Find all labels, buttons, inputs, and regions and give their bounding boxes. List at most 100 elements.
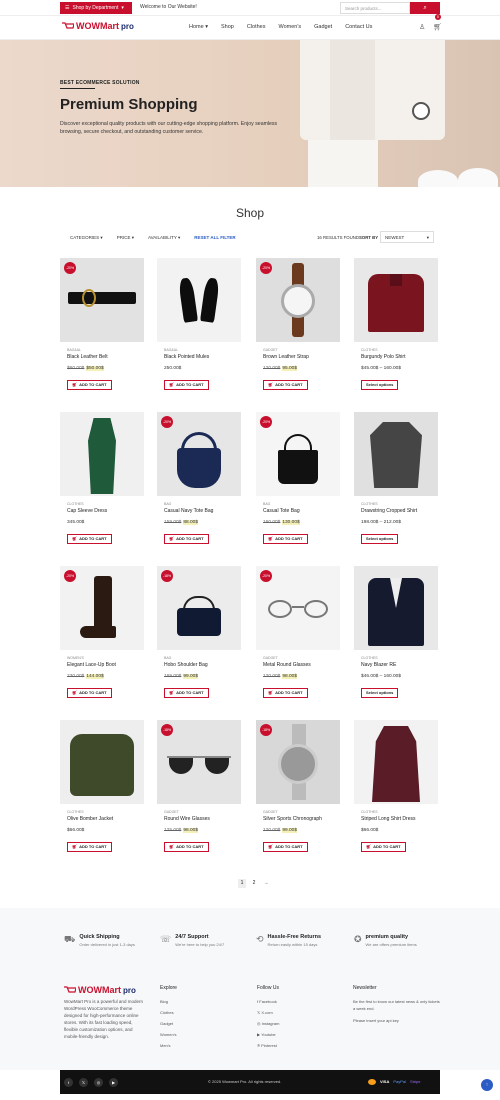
- footer-link-x[interactable]: 𝕏 X.com: [257, 1010, 279, 1015]
- product-category[interactable]: GADGET: [263, 810, 278, 814]
- footer-link-gadget[interactable]: Gadget: [160, 1021, 177, 1026]
- footer-link-mens[interactable]: Men's: [160, 1043, 177, 1048]
- add-to-cart-button[interactable]: 🛒︎ ADD TO CART: [67, 534, 112, 544]
- product-name[interactable]: Drawstring Cropped Shirt: [361, 508, 417, 514]
- select-options-button[interactable]: Select options: [361, 380, 399, 390]
- product-image[interactable]: [60, 412, 144, 496]
- product-category[interactable]: CLOTHES: [67, 502, 84, 506]
- product-image[interactable]: [354, 566, 438, 650]
- footer-link-facebook[interactable]: f Facebook: [257, 999, 279, 1004]
- sort-select[interactable]: NEWEST ▾: [380, 231, 434, 243]
- filter-price[interactable]: PRICE ▾: [117, 235, 134, 241]
- search-button[interactable]: ⌕: [410, 2, 440, 14]
- product-image[interactable]: [354, 412, 438, 496]
- footer-logo[interactable]: WOWMart pro: [64, 985, 136, 995]
- reset-filters-link[interactable]: RESET ALL FILTER: [194, 235, 235, 241]
- product-image[interactable]: [60, 720, 144, 804]
- product-category[interactable]: CLOTHES: [67, 810, 84, 814]
- instagram-icon[interactable]: ◎: [94, 1078, 103, 1087]
- product-name[interactable]: Olive Bomber Jacket: [67, 816, 113, 822]
- add-to-cart-button[interactable]: 🛒︎ ADD TO CART: [263, 842, 308, 852]
- product-card[interactable]: -20% GADGET Brown Leather Strap 120.00$ 95.0…: [256, 258, 340, 404]
- product-name[interactable]: Silver Sports Chronograph: [263, 816, 322, 822]
- footer-link-clothes[interactable]: Clothes: [160, 1010, 177, 1015]
- footer-link-blog[interactable]: Blog: [160, 999, 177, 1004]
- product-card[interactable]: -20% BAG Casual Navy Tote Bag 159.00$ 88.00$…: [157, 412, 241, 558]
- product-category[interactable]: CLOTHES: [361, 810, 378, 814]
- product-image[interactable]: [157, 258, 241, 342]
- nav-contact[interactable]: Contact Us: [345, 24, 372, 30]
- product-image[interactable]: [354, 258, 438, 342]
- nav-gadget[interactable]: Gadget: [314, 24, 332, 30]
- filter-categories[interactable]: CATEGORIES ▾: [70, 235, 103, 241]
- product-category[interactable]: BAG&AL: [67, 348, 81, 352]
- footer-link-instagram[interactable]: ◎ Instagram: [257, 1021, 279, 1026]
- product-name[interactable]: Striped Long Shirt Dress: [361, 816, 415, 822]
- nav-womens[interactable]: Women's: [278, 24, 301, 30]
- product-image[interactable]: [354, 720, 438, 804]
- product-category[interactable]: BAG: [164, 656, 171, 660]
- product-category[interactable]: GADGET: [263, 348, 278, 352]
- product-card[interactable]: -18% GADGET Round Wire Glasses 125.00$ 98.00…: [157, 720, 241, 866]
- product-card[interactable]: CLOTHES Cap Sleeve Dress 345.00$ 🛒︎ ADD TO C…: [60, 412, 144, 558]
- product-card[interactable]: CLOTHES Striped Long Shirt Dress $66.00$ 🛒︎…: [354, 720, 438, 866]
- add-to-cart-button[interactable]: 🛒︎ ADD TO CART: [164, 380, 209, 390]
- product-category[interactable]: WOMEN'S: [67, 656, 84, 660]
- product-name[interactable]: Black Leather Belt: [67, 354, 108, 360]
- product-category[interactable]: CLOTHES: [361, 348, 378, 352]
- add-to-cart-button[interactable]: 🛒︎ ADD TO CART: [164, 842, 209, 852]
- product-card[interactable]: -20% BAG&AL Black Leather Belt $60.00$ $50.0…: [60, 258, 144, 404]
- add-to-cart-button[interactable]: 🛒︎ ADD TO CART: [263, 688, 308, 698]
- select-options-button[interactable]: Select options: [361, 534, 399, 544]
- page-1[interactable]: 1: [238, 879, 246, 888]
- product-name[interactable]: Elegant Lace-Up Boot: [67, 662, 116, 668]
- add-to-cart-button[interactable]: 🛒︎ ADD TO CART: [263, 380, 308, 390]
- x-icon[interactable]: 𝕏: [79, 1078, 88, 1087]
- product-card[interactable]: CLOTHES Burgundy Polo Shirt $45.00$ – 160.…: [354, 258, 438, 404]
- shop-by-department-button[interactable]: ☰ Shop by Department ▾: [60, 2, 132, 14]
- product-card[interactable]: CLOTHES Olive Bomber Jacket $66.00$ 🛒︎ ADD T…: [60, 720, 144, 866]
- back-to-top-button[interactable]: ↑: [481, 1079, 493, 1091]
- product-card[interactable]: CLOTHES Navy Blazer RE $46.00$ – 160.00$ Se…: [354, 566, 438, 712]
- product-category[interactable]: GADGET: [164, 810, 179, 814]
- product-card[interactable]: BAG&AL Black Pointed Mules 250.00$ 🛒︎ ADD TO…: [157, 258, 241, 404]
- add-to-cart-button[interactable]: 🛒︎ ADD TO CART: [164, 688, 209, 698]
- page-2[interactable]: 2: [250, 879, 258, 888]
- add-to-cart-button[interactable]: 🛒︎ ADD TO CART: [164, 534, 209, 544]
- add-to-cart-button[interactable]: 🛒︎ ADD TO CART: [67, 380, 112, 390]
- product-card[interactable]: -18% GADGET Silver Sports Chronograph 120.0…: [256, 720, 340, 866]
- product-name[interactable]: Black Pointed Mules: [164, 354, 209, 360]
- product-name[interactable]: Burgundy Polo Shirt: [361, 354, 405, 360]
- newsletter-api-notice[interactable]: Please insert your api key: [353, 1018, 443, 1023]
- logo[interactable]: WOWMart pro: [62, 21, 134, 31]
- product-card[interactable]: -18% BAG Hobo Shoulder Bag 169.00$ 99.00$ 🛒︎ A…: [157, 566, 241, 712]
- product-name[interactable]: Casual Navy Tote Bag: [164, 508, 213, 514]
- add-to-cart-button[interactable]: 🛒︎ ADD TO CART: [361, 842, 406, 852]
- nav-shop[interactable]: Shop: [221, 24, 234, 30]
- next-page-arrow[interactable]: →: [262, 879, 270, 888]
- youtube-icon[interactable]: ▶: [109, 1078, 118, 1087]
- nav-home[interactable]: Home ▾: [189, 24, 208, 30]
- product-category[interactable]: CLOTHES: [361, 656, 378, 660]
- product-card[interactable]: CLOTHES Drawstring Cropped Shirt 198.00$ –…: [354, 412, 438, 558]
- nav-clothes[interactable]: Clothes: [247, 24, 266, 30]
- product-category[interactable]: GADGET: [263, 656, 278, 660]
- facebook-icon[interactable]: f: [64, 1078, 73, 1087]
- filter-availability[interactable]: AVAILABILITY ▾: [148, 235, 180, 241]
- select-options-button[interactable]: Select options: [361, 688, 399, 698]
- add-to-cart-button[interactable]: 🛒︎ ADD TO CART: [67, 688, 112, 698]
- product-card[interactable]: -20% GADGET Metal Round Glasses 120.00$ 98.0…: [256, 566, 340, 712]
- user-icon[interactable]: ♙: [419, 23, 425, 31]
- product-category[interactable]: CLOTHES: [361, 502, 378, 506]
- product-name[interactable]: Hobo Shoulder Bag: [164, 662, 208, 668]
- product-name[interactable]: Cap Sleeve Dress: [67, 508, 107, 514]
- product-name[interactable]: Navy Blazer RE: [361, 662, 396, 668]
- footer-link-womens[interactable]: Women's: [160, 1032, 177, 1037]
- footer-link-pinterest[interactable]: ℗ Pinterest: [257, 1043, 279, 1048]
- add-to-cart-button[interactable]: 🛒︎ ADD TO CART: [263, 534, 308, 544]
- add-to-cart-button[interactable]: 🛒︎ ADD TO CART: [67, 842, 112, 852]
- product-category[interactable]: BAG: [164, 502, 171, 506]
- product-card[interactable]: -20% BAG Casual Tote Bag 160.00$ 130.00$ 🛒︎ AD…: [256, 412, 340, 558]
- product-category[interactable]: BAG&AL: [164, 348, 178, 352]
- cart-icon[interactable]: 🛒︎: [433, 23, 442, 31]
